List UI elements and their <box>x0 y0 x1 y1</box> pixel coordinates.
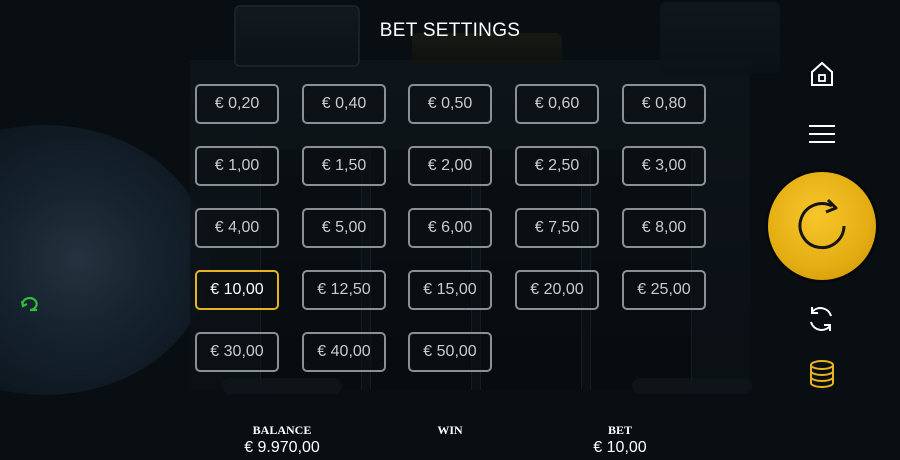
spin-icon <box>798 198 846 250</box>
bet-option-button[interactable]: € 2,00 <box>408 146 492 186</box>
bet-option-button[interactable]: € 30,00 <box>195 332 279 372</box>
menu-button[interactable] <box>806 118 838 150</box>
bet-option-button[interactable]: € 12,50 <box>302 270 386 310</box>
bet-option-button[interactable]: € 2,50 <box>515 146 599 186</box>
bet-option-button[interactable]: € 0,60 <box>515 84 599 124</box>
bet-option-button[interactable]: € 0,80 <box>622 84 706 124</box>
bet-option-button[interactable]: € 50,00 <box>408 332 492 372</box>
win-label: WIN <box>437 423 463 437</box>
bet-option-button[interactable]: € 1,50 <box>302 146 386 186</box>
bet-settings-button[interactable] <box>806 358 838 390</box>
bet-option-button[interactable]: € 20,00 <box>515 270 599 310</box>
bet-option-button[interactable]: € 3,00 <box>622 146 706 186</box>
bet-option-button[interactable]: € 0,20 <box>195 84 279 124</box>
autoplay-button[interactable] <box>804 302 838 336</box>
bet-option-button[interactable]: € 0,50 <box>408 84 492 124</box>
autoplay-icon <box>810 307 832 331</box>
coins-icon <box>810 360 834 388</box>
bet-option-button[interactable]: € 1,00 <box>195 146 279 186</box>
bet-settings-title: BET SETTINGS <box>379 20 521 41</box>
menu-icon <box>809 125 835 143</box>
bet-option-button[interactable]: € 6,00 <box>408 208 492 248</box>
bet-option-button[interactable]: € 5,00 <box>302 208 386 248</box>
bet-option-button[interactable]: € 7,50 <box>515 208 599 248</box>
bet-option-button[interactable]: € 8,00 <box>622 208 706 248</box>
bet-label: BET <box>607 423 632 437</box>
bet-option-button[interactable]: € 15,00 <box>408 270 492 310</box>
bet-value: € 10,00 <box>593 439 647 456</box>
home-icon <box>811 61 833 86</box>
bet-option-button[interactable]: € 25,00 <box>622 270 706 310</box>
bet-option-button[interactable]: € 4,00 <box>195 208 279 248</box>
balance-value: € 9.970,00 <box>244 439 320 456</box>
bet-option-button[interactable]: € 10,00 <box>195 270 279 310</box>
bet-option-button[interactable]: € 40,00 <box>302 332 386 372</box>
spin-button[interactable] <box>768 172 876 280</box>
cycle-icon <box>20 296 38 312</box>
left-cycle-button[interactable] <box>16 292 44 316</box>
balance-label: BALANCE <box>252 423 312 437</box>
home-button[interactable] <box>806 58 838 90</box>
bet-option-button[interactable]: € 0,40 <box>302 84 386 124</box>
